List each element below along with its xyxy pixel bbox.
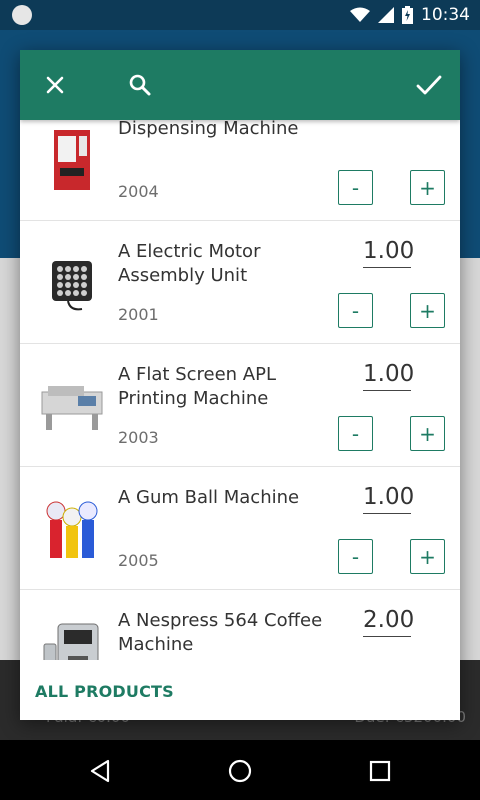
list-item[interactable]: A Gum Ball Machine 1.00 2005 - + (20, 467, 460, 590)
product-picker-dialog: Dispensing Machine 2004 - + A Electric M… (20, 50, 460, 720)
list-item[interactable]: A Nespress 564 Coffee Machine 2.00 2006 … (20, 590, 460, 660)
home-button[interactable] (227, 758, 253, 784)
product-name: A Nespress 564 Coffee Machine (118, 610, 323, 655)
close-button[interactable] (39, 69, 71, 101)
product-code: 2005 (118, 551, 159, 570)
back-icon (90, 759, 110, 783)
confirm-button[interactable] (413, 69, 445, 101)
vending-machine-icon (54, 130, 90, 190)
dialog-toolbar (20, 50, 460, 120)
search-icon (129, 74, 151, 96)
increase-quantity-button[interactable]: + (410, 170, 445, 205)
battery-icon (402, 6, 413, 24)
status-icons: 10:34 (350, 3, 470, 27)
product-name: A Electric Motor Assembly Unit (118, 241, 261, 286)
recents-button[interactable] (367, 758, 393, 784)
decrease-quantity-button[interactable]: - (338, 539, 373, 574)
work-light-icon (52, 261, 92, 311)
back-button[interactable] (87, 758, 113, 784)
status-time: 10:34 (421, 5, 470, 25)
product-name: A Gum Ball Machine (118, 487, 300, 508)
product-list[interactable]: Dispensing Machine 2004 - + A Electric M… (20, 120, 460, 660)
product-name: Dispensing Machine (118, 120, 299, 139)
decrease-quantity-button[interactable]: - (338, 416, 373, 451)
signal-icon (378, 7, 394, 23)
wifi-icon (350, 7, 370, 22)
product-code: 2003 (118, 428, 159, 447)
list-item[interactable]: Dispensing Machine 2004 - + (20, 120, 460, 221)
quantity-value[interactable]: 1.00 (363, 484, 414, 514)
product-image (38, 495, 106, 563)
product-name: A Flat Screen APL Printing Machine (118, 364, 277, 409)
status-bar: 10:34 (0, 0, 480, 30)
navigation-bar (0, 740, 480, 800)
increase-quantity-button[interactable]: + (410, 293, 445, 328)
product-image (38, 372, 106, 440)
quantity-value[interactable]: 2.00 (363, 607, 414, 637)
recents-icon (369, 760, 391, 782)
list-item[interactable]: A Flat Screen APL Printing Machine 1.00 … (20, 344, 460, 467)
increase-quantity-button[interactable]: + (410, 416, 445, 451)
all-products-button[interactable]: ALL PRODUCTS (35, 682, 174, 701)
check-icon (416, 75, 442, 95)
product-image (38, 618, 106, 660)
product-code: 2001 (118, 305, 159, 324)
product-image (38, 249, 106, 317)
search-button[interactable] (124, 69, 156, 101)
home-icon (228, 759, 252, 783)
increase-quantity-button[interactable]: + (410, 539, 445, 574)
decrease-quantity-button[interactable]: - (338, 170, 373, 205)
decrease-quantity-button[interactable]: - (338, 293, 373, 328)
notification-dot-icon (12, 5, 32, 25)
printer-icon (41, 386, 103, 430)
close-icon (46, 76, 64, 94)
quantity-value[interactable]: 1.00 (363, 361, 414, 391)
coffee-machine-icon (43, 623, 99, 660)
quantity-value[interactable]: 1.00 (363, 238, 414, 268)
list-item[interactable]: A Electric Motor Assembly Unit 1.00 2001… (20, 221, 460, 344)
gumball-machines-icon (46, 501, 98, 558)
dialog-footer: ALL PRODUCTS (20, 660, 460, 720)
product-code: 2004 (118, 182, 159, 201)
product-image (38, 126, 106, 194)
